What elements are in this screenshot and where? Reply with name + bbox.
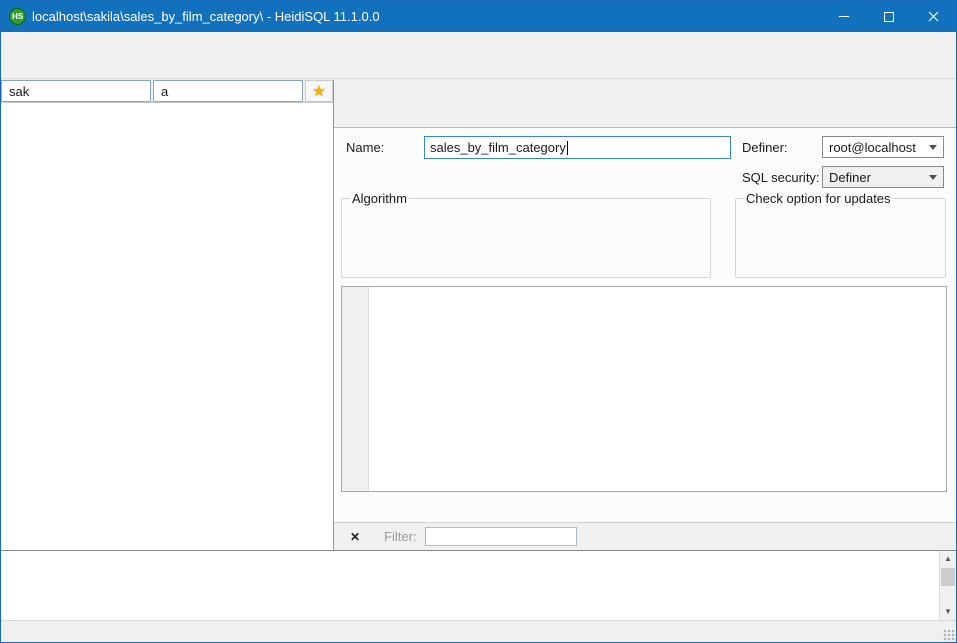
main-panel: Name: sales_by_film_category Definer: ro… [334,80,956,550]
column-filter-value: a [157,84,299,99]
maximize-button[interactable] [866,1,911,32]
heidisql-window: HS localhost\sakila\sales_by_film_catego… [0,0,957,643]
sql-security-label: SQL security: [742,170,820,185]
menu-bar [1,32,956,53]
table-filter-value: sak [5,84,147,99]
log-scrollbar[interactable]: ▲ ▼ [939,551,956,620]
scroll-thumb[interactable] [941,568,955,586]
sql-security-select[interactable]: Definer [822,166,944,188]
view-options-pane: Name: sales_by_film_category Definer: ro… [334,127,956,522]
column-filter-input[interactable]: a [153,80,303,102]
view-name-value: sales_by_film_category [430,140,566,155]
definer-select[interactable]: root@localhost [822,136,944,158]
definer-value: root@localhost [829,140,916,155]
log-content [34,551,939,620]
close-button[interactable] [911,1,956,32]
main-tab-bar [334,80,956,103]
view-sql-editor[interactable] [341,286,947,492]
toolbar [1,53,956,79]
close-icon [928,11,939,22]
definer-label: Definer: [742,140,788,155]
status-bar [1,620,956,642]
algorithm-legend: Algorithm [350,191,409,206]
algorithm-group: Algorithm [341,191,711,278]
text-caret [567,141,568,155]
filter-input[interactable] [425,527,577,546]
minimize-button[interactable] [821,1,866,32]
check-option-group: Check option for updates [735,191,946,278]
editor-code[interactable] [369,287,946,491]
database-tree [1,103,333,550]
app-logo-icon: HS [9,8,26,25]
scroll-down-icon[interactable]: ▼ [940,604,956,620]
close-filter-icon[interactable]: ✕ [344,529,366,545]
sql-security-value: Definer [829,170,871,185]
filter-bar: ✕ Filter: [334,522,956,550]
log-line-numbers [1,551,34,620]
title-bar: HS localhost\sakila\sales_by_film_catego… [1,1,956,32]
database-tree-panel: sak a ★ [1,80,334,550]
chevron-down-icon [929,145,937,150]
view-name-input[interactable]: sales_by_film_category [424,136,731,159]
sql-log-panel: ▲ ▼ [1,550,956,620]
name-label: Name: [346,140,384,155]
star-icon: ★ [312,82,325,100]
favorites-button[interactable]: ★ [305,80,333,102]
window-title: localhost\sakila\sales_by_film_category\… [32,9,380,24]
scroll-up-icon[interactable]: ▲ [940,551,956,567]
resize-grip[interactable] [943,629,955,641]
table-filter-input[interactable]: sak [1,80,151,102]
filter-label: Filter: [384,529,417,544]
editor-line-numbers [342,287,369,491]
check-option-legend: Check option for updates [744,191,893,206]
view-tab-bar [334,103,956,127]
chevron-down-icon [929,175,937,180]
